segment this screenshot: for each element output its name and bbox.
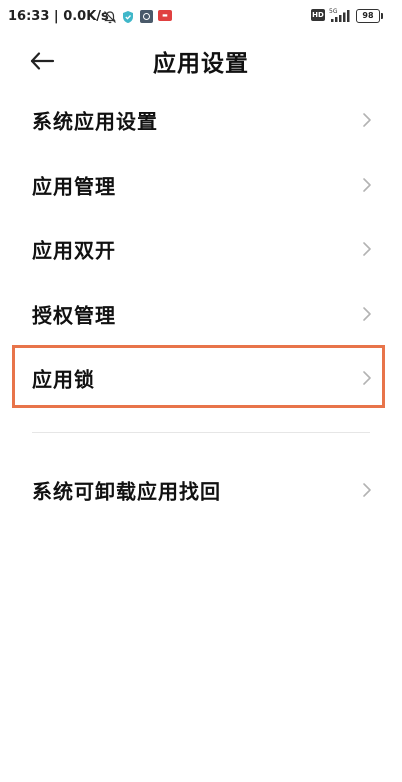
divider [32,432,370,433]
app-notification-icon [140,10,153,23]
menu-item-label: 应用管理 [32,174,116,199]
chevron-right-icon [363,307,371,321]
menu-item-permission-management[interactable]: 授权管理 [14,284,384,344]
menu-item-system-app-settings[interactable]: 系统应用设置 [14,90,384,150]
chevron-right-icon [363,113,371,127]
menu-item-label: 系统应用设置 [32,109,158,134]
status-time-value: 16:33 [8,9,50,24]
chevron-right-icon [363,242,371,256]
status-speed: 0.0K/s [63,9,109,24]
page-title: 应用设置 [153,51,249,77]
menu-item-dual-apps[interactable]: 应用双开 [14,219,384,279]
chevron-right-icon [363,371,371,385]
chevron-right-icon [363,483,371,497]
menu-item-label: 应用锁 [32,367,95,392]
menu-item-restore-uninstallable-apps[interactable]: 系统可卸载应用找回 [14,460,384,520]
signal-icon [331,10,350,22]
status-time: 16:33 | 0.0K/s [8,9,109,24]
page-header: 应用设置 [0,36,402,86]
status-bar: 16:33 | 0.0K/s ▬ HD 5G 98 [0,0,402,36]
battery-icon: 98 [356,9,383,23]
menu-item-label: 授权管理 [32,303,116,328]
red-app-notification-icon: ▬ [158,10,172,21]
hd-badge: HD [311,9,325,21]
mute-bell-icon [104,11,116,24]
menu-item-app-lock[interactable]: 应用锁 [14,348,384,408]
menu-item-app-management[interactable]: 应用管理 [14,155,384,215]
chevron-right-icon [363,178,371,192]
menu-item-label: 系统可卸载应用找回 [32,479,221,504]
shield-icon [123,11,133,23]
menu-item-label: 应用双开 [32,238,116,263]
